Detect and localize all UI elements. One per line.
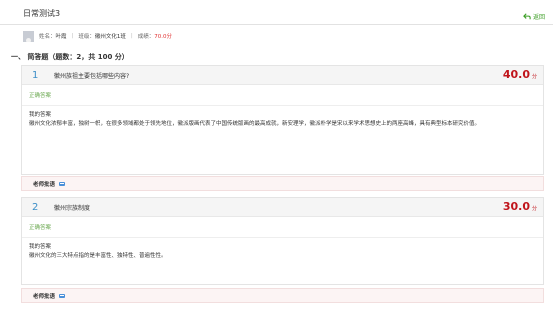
question-card-2: 2 徽州宗族制度 30.0 分 正确答案 我的答案 徽州文化的三大特点指的是丰富… (21, 197, 544, 285)
page-title: 日常测试3 (23, 9, 61, 18)
question-card-1: 1 徽州族祖主要包括哪些内容? 40.0 分 正确答案 我的答案 徽州文化浓郁丰… (21, 65, 544, 175)
correct-answer-label: 正确答案 (22, 217, 543, 238)
my-answer-label: 我的答案 (29, 244, 52, 250)
section-title: 一、 简答题（题数：2，共 100 分） (11, 53, 129, 61)
my-answer: 我的答案 徽州文化的三大特点指的是丰富性、独特性、普遍性性。 (22, 238, 543, 261)
class-name: 徽州文化1班 (94, 34, 126, 40)
my-answer: 我的答案 徽州文化浓郁丰富，独树一帜，在很多领域都处于领先地位，徽派版画代表了中… (22, 106, 543, 129)
question-number: 1 (32, 69, 39, 81)
teacher-comment-bar: 老师批语 (21, 176, 544, 191)
comment-icon[interactable] (59, 181, 66, 186)
teacher-comment-label: 老师批语 (33, 293, 56, 300)
score-unit: 分 (531, 74, 537, 80)
question-header: 1 徽州族祖主要包括哪些内容? 40.0 分 (22, 66, 543, 85)
class-label: 班级： (78, 34, 95, 40)
divider: | (71, 33, 74, 39)
return-button[interactable]: 返回 (523, 12, 545, 21)
question-header: 2 徽州宗族制度 30.0 分 (22, 198, 543, 217)
student-name: 叶霞 (55, 34, 67, 40)
return-label: 返回 (532, 14, 545, 21)
question-score: 30.0 分 (503, 200, 537, 213)
my-answer-label: 我的答案 (29, 112, 52, 118)
return-arrow-icon (523, 13, 531, 20)
user-avatar-icon (23, 30, 34, 42)
score-unit: 分 (531, 206, 537, 212)
teacher-comment-bar: 老师批语 (21, 288, 544, 303)
name-label: 姓名： (39, 34, 56, 40)
score-value: 40.0 (502, 68, 530, 81)
my-answer-text: 徽州文化的三大特点指的是丰富性、独特性、普遍性性。 (29, 253, 167, 259)
total-score: 70.0分 (154, 34, 173, 40)
question-number: 2 (32, 201, 39, 213)
comment-icon[interactable] (59, 293, 66, 298)
teacher-comment-label: 老师批语 (33, 181, 56, 188)
top-bar: 日常测试3 返回 (0, 0, 553, 25)
score-label: 成绩： (137, 34, 155, 40)
divider: | (130, 33, 133, 39)
score-value: 30.0 (502, 200, 530, 213)
question-score: 40.0 分 (503, 68, 537, 81)
question-text: 徽州族祖主要包括哪些内容? (54, 72, 130, 80)
question-text: 徽州宗族制度 (54, 204, 91, 212)
student-info: 姓名： 叶霞 | 班级： 徽州文化1班 | 成绩： 70.0分 (23, 30, 172, 42)
my-answer-text: 徽州文化浓郁丰富，独树一帜，在很多领域都处于领先地位，徽派版画代表了中国传统版画… (29, 121, 481, 127)
correct-answer-label: 正确答案 (22, 85, 543, 106)
